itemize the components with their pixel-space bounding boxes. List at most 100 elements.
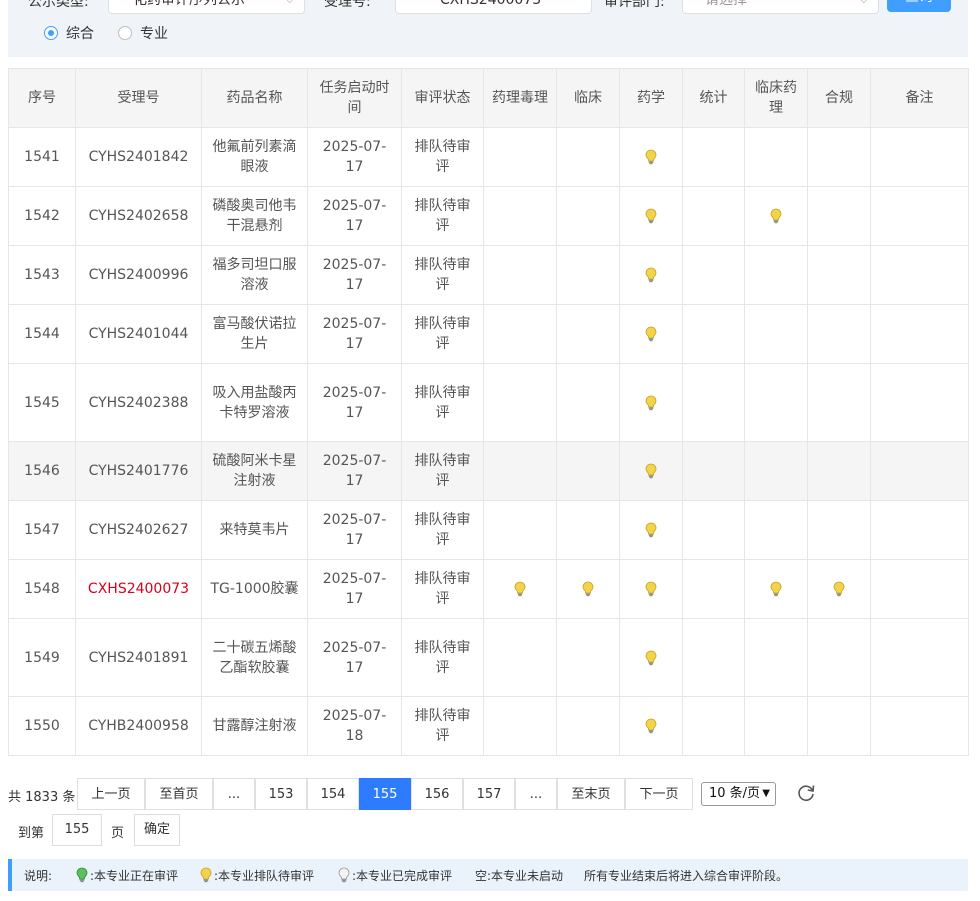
table-row[interactable]: 1545 CYHS2402388 吸入用盐酸丙卡特罗溶液 2025-07-17 排队待审…: [8, 363, 969, 442]
review-status: 排队待审评: [401, 245, 484, 305]
legend-note: 所有专业结束后将进入综合审评阶段。: [584, 869, 789, 883]
legend-done: :本专业已完成审评: [338, 867, 452, 884]
status-pharm-tox: [483, 363, 557, 442]
status-compliance: [807, 618, 871, 697]
drug-name: 甘露醇注射液: [201, 696, 308, 756]
status-compliance: [807, 559, 871, 619]
status-statistics: [682, 696, 745, 756]
table-row[interactable]: 1546 CYHS2401776 硫酸阿米卡星注射液 2025-07-17 排队待审评: [8, 441, 969, 501]
drug-name: 硫酸阿米卡星注射液: [201, 441, 308, 501]
status-clinical-pharm: [744, 441, 808, 501]
table-header-row: 序号 受理号 药品名称 任务启动时间 审评状态 药理毒理 临床 药学 统计 临床药理 合规 备注: [8, 68, 969, 128]
page-size-select[interactable]: 10 条/页 ▼: [701, 782, 776, 806]
lightbulb-icon: [645, 650, 657, 665]
status-pharmacy: [619, 500, 683, 560]
legend-empty: 空:本专业未启动: [475, 869, 564, 883]
status-compliance: [807, 500, 871, 560]
lightbulb-icon: [514, 581, 526, 597]
table-row[interactable]: 1543 CYHS2400996 福多司坦口服溶液 2025-07-17 排队待审评: [8, 245, 969, 305]
radio-comprehensive[interactable]: 综合: [44, 23, 94, 43]
legend-title: 说明:: [24, 869, 53, 883]
accept-number: CYHB2400958: [75, 696, 202, 756]
status-clinical: [556, 500, 620, 560]
table-row[interactable]: 1542 CYHS2402658 磷酸奥司他韦干混悬剂 2025-07-17 排队待审评: [8, 186, 969, 246]
status-statistics: [682, 127, 745, 187]
last-page-button[interactable]: 至末页: [557, 778, 625, 810]
status-pharmacy: [619, 304, 683, 364]
lightbulb-icon: [76, 867, 88, 883]
page-157-button[interactable]: 157: [463, 778, 515, 810]
pager-ellipsis-left[interactable]: ...: [213, 778, 255, 810]
page-154-button[interactable]: 154: [307, 778, 359, 810]
row-number: 1543: [8, 245, 76, 305]
drug-name: 富马酸伏诺拉生片: [201, 304, 308, 364]
goto-confirm-button[interactable]: 确定: [134, 814, 180, 846]
status-pharmacy: [619, 559, 683, 619]
status-pharm-tox: [483, 304, 557, 364]
query-button[interactable]: 查询: [887, 0, 951, 12]
status-statistics: [682, 500, 745, 560]
prev-page-button[interactable]: 上一页: [77, 778, 145, 810]
page-153-button[interactable]: 153: [255, 778, 307, 810]
dept-select-placeholder: 请选择: [705, 0, 747, 8]
column-header: 序号: [8, 68, 76, 128]
row-number: 1541: [8, 127, 76, 187]
column-header: 药品名称: [201, 68, 308, 128]
accept-label: 受理号:: [324, 0, 371, 10]
total-count: 共 1833 条: [8, 790, 76, 805]
status-compliance: [807, 304, 871, 364]
next-page-button[interactable]: 下一页: [625, 778, 693, 810]
legend-done-text: :本专业已完成审评: [352, 869, 453, 883]
pager-ellipsis-right[interactable]: ...: [515, 778, 557, 810]
status-pharmacy: [619, 696, 683, 756]
refresh-icon[interactable]: [795, 782, 817, 804]
drug-name: 他氟前列素滴眼液: [201, 127, 308, 187]
remarks: [870, 186, 969, 246]
column-header: 备注: [870, 68, 969, 128]
status-clinical-pharm: [744, 618, 808, 697]
table-row[interactable]: 1549 CYHS2401891 二十碳五烯酸乙酯软胶囊 2025-07-17 排队待审…: [8, 618, 969, 697]
status-clinical: [556, 559, 620, 619]
page-155-button[interactable]: 155: [359, 778, 411, 810]
chevron-down-icon: ⌵: [286, 0, 294, 13]
accept-number: CYHS2401044: [75, 304, 202, 364]
drug-name: 磷酸奥司他韦干混悬剂: [201, 186, 308, 246]
column-header: 任务启动时间: [307, 68, 402, 128]
legend-reviewing-text: :本专业正在审评: [90, 869, 179, 883]
table-row[interactable]: 1548 CXHS2400073 TG-1000胶囊 2025-07-17 排队待审评: [8, 559, 969, 619]
goto-page-input[interactable]: 155: [52, 814, 102, 846]
review-status: 排队待审评: [401, 500, 484, 560]
start-date: 2025-07-17: [307, 441, 402, 501]
remarks: [870, 696, 969, 756]
start-date: 2025-07-17: [307, 245, 402, 305]
table-row[interactable]: 1541 CYHS2401842 他氟前列素滴眼液 2025-07-17 排队待审评: [8, 127, 969, 187]
remarks: [870, 304, 969, 364]
table-body: 1541 CYHS2401842 他氟前列素滴眼液 2025-07-17 排队待审评 15…: [8, 127, 969, 756]
status-clinical-pharm: [744, 363, 808, 442]
accept-number: CYHS2402658: [75, 186, 202, 246]
table-row[interactable]: 1544 CYHS2401044 富马酸伏诺拉生片 2025-07-17 排队待审评: [8, 304, 969, 364]
accept-input[interactable]: CXHS2400073: [395, 0, 592, 14]
type-select[interactable]: 化药审评序列公示 ⌵: [108, 0, 305, 14]
start-date: 2025-07-17: [307, 304, 402, 364]
radio-unchecked-icon: [118, 26, 132, 40]
review-status: 排队待审评: [401, 696, 484, 756]
first-page-button[interactable]: 至首页: [145, 778, 213, 810]
status-pharmacy: [619, 618, 683, 697]
table-row[interactable]: 1547 CYHS2402627 来特莫韦片 2025-07-17 排队待审评: [8, 500, 969, 560]
radio-specialty[interactable]: 专业: [118, 23, 168, 43]
status-clinical-pharm: [744, 304, 808, 364]
table-row[interactable]: 1550 CYHB2400958 甘露醇注射液 2025-07-18 排队待审评: [8, 696, 969, 756]
lightbulb-icon: [582, 581, 594, 597]
filter-row: 公示类型: 化药审评序列公示 ⌵ 受理号: CXHS2400073 审评部门: …: [8, 0, 968, 16]
dept-label: 审评部门:: [604, 0, 665, 10]
status-statistics: [682, 186, 745, 246]
page-156-button[interactable]: 156: [411, 778, 463, 810]
accept-number: CYHS2402627: [75, 500, 202, 560]
status-pharm-tox: [483, 696, 557, 756]
status-clinical-pharm: [744, 696, 808, 756]
status-clinical-pharm: [744, 245, 808, 305]
status-pharm-tox: [483, 186, 557, 246]
remarks: [870, 441, 969, 501]
dept-select[interactable]: 请选择 ⌵: [682, 0, 879, 14]
